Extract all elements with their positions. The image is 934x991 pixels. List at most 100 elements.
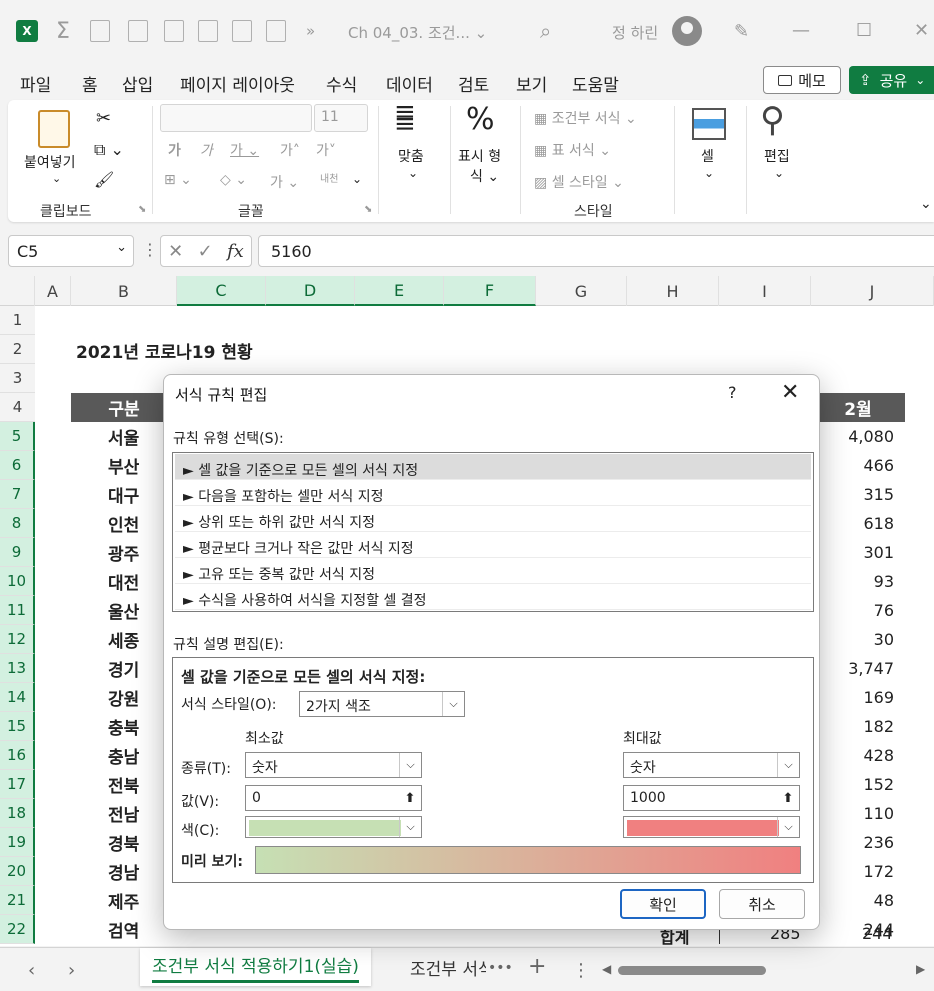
form-icon[interactable] [266,18,286,44]
min-type-select[interactable]: 숫자 ⌵ [245,752,422,778]
header-cell-feb[interactable]: 2월 [811,393,905,422]
region-cell[interactable]: 전남 [108,799,148,828]
edit-form-icon[interactable] [164,18,184,44]
border-icon[interactable]: ⊞ ⌄ [164,172,192,188]
feb-value-cell[interactable]: 618 [820,509,894,538]
cancel-button[interactable]: 취소 [719,889,805,919]
row-header[interactable]: 14 [0,683,35,712]
avatar[interactable] [672,16,702,46]
row-header[interactable]: 13 [0,654,35,683]
memo-button[interactable]: 메모 [763,66,841,94]
column-header[interactable]: F [444,276,536,306]
row-header[interactable]: 8 [0,509,35,538]
row-header[interactable]: 19 [0,828,35,857]
cells-icon[interactable] [692,108,726,140]
rule-type-item[interactable]: ► 셀 값을 기준으로 모든 셀의 서식 지정 [175,454,811,480]
row-header[interactable]: 22 [0,915,35,944]
chevron-down-icon[interactable]: ⌄ [774,166,784,180]
phonetic-icon[interactable]: 내천 [320,170,338,185]
region-cell[interactable]: 충남 [108,741,148,770]
min-value-input[interactable]: 0 ⬆ [245,785,422,811]
chevron-down-icon[interactable]: ⌵ [777,817,799,837]
format-style-select[interactable]: 2가지 색조 ⌵ [299,691,465,717]
feb-value-cell[interactable]: 428 [820,741,894,770]
feb-value-cell[interactable]: 169 [820,683,894,712]
region-cell[interactable]: 인천 [108,509,148,538]
region-cell[interactable]: 강원 [108,683,148,712]
table-grid-icon[interactable] [232,18,252,44]
column-header[interactable]: E [355,276,444,306]
region-cell[interactable]: 경남 [108,857,148,886]
feb-value-cell[interactable]: 3,747 [820,654,894,683]
region-cell[interactable]: 광주 [108,538,148,567]
sheet-tab-active[interactable]: 조건부 서식 적용하기1(실습) [140,948,371,986]
row-header[interactable]: 20 [0,857,35,886]
row-header[interactable]: 11 [0,596,35,625]
row-header[interactable]: 15 [0,712,35,741]
feb-value-cell[interactable]: 76 [820,596,894,625]
number-format-button-line2[interactable]: 식 ⌄ [470,166,499,186]
row-header[interactable]: 2 [0,335,35,364]
dialog-launcher-icon[interactable]: ⬊ [138,204,146,215]
bold-icon[interactable]: 가 [168,140,181,160]
chevron-down-icon[interactable]: ⌵ [442,692,464,716]
select-all-corner[interactable] [0,276,35,306]
column-header[interactable]: B [71,276,177,306]
percent-icon[interactable]: % [466,102,495,137]
feb-value-cell[interactable]: 466 [820,451,894,480]
chevron-down-icon[interactable]: ⌄ [704,166,714,180]
chevron-down-icon[interactable]: ⌵ [399,753,421,777]
scroll-left-icon[interactable]: ◀ [602,962,611,976]
maximize-icon[interactable]: ☐ [856,20,872,41]
scroll-right-icon[interactable]: ▶ [916,962,925,976]
collapse-dialog-icon[interactable]: ⬆ [777,786,799,810]
rule-type-item[interactable]: ► 고유 또는 중복 값만 서식 지정 [175,558,811,584]
row-header[interactable]: 7 [0,480,35,509]
fill-color-icon[interactable]: ◇ ⌄ [220,172,247,188]
formula-input[interactable]: 5160 [258,235,934,267]
feb-value-cell[interactable]: 315 [820,480,894,509]
pivot-table-icon[interactable] [198,18,218,44]
ribbon-collapse-icon[interactable]: ⌄ [920,196,932,212]
more-options-icon[interactable]: ⋮ [142,240,158,259]
close-icon[interactable]: ✕ [781,380,799,405]
header-cell-category[interactable]: 구분 [71,393,177,422]
align-button[interactable]: 맞춤 [398,146,424,166]
rule-type-item[interactable]: ► 다음을 포함하는 셀만 서식 지정 [175,480,811,506]
region-cell[interactable]: 경기 [108,654,148,683]
max-type-select[interactable]: 숫자 ⌵ [623,752,800,778]
feb-value-cell[interactable]: 152 [820,770,894,799]
feb-value-cell[interactable]: 110 [820,799,894,828]
region-cell[interactable]: 대구 [108,480,148,509]
region-cell[interactable]: 대전 [108,567,148,596]
font-grow-icon[interactable]: 가˄ [280,140,300,160]
column-header[interactable]: C [177,276,266,306]
chevron-down-icon[interactable]: ⌄ [116,240,127,255]
sheet-tab[interactable]: 조건부 서식 적용하기2 [398,948,486,986]
tab-prev-icon[interactable]: ‹ [28,960,35,981]
feb-value-cell[interactable]: 236 [820,828,894,857]
row-header[interactable]: 12 [0,625,35,654]
tab-formulas[interactable]: 수식 [326,71,357,96]
minimize-icon[interactable]: — [792,20,810,41]
column-header[interactable]: D [266,276,355,306]
tab-menu-icon[interactable]: ⋮ [572,960,590,981]
cells-button[interactable]: 셀 [701,146,714,166]
font-color-icon[interactable]: 가 ⌄ [270,172,299,192]
min-color-select[interactable]: ⌵ [245,816,422,838]
row-header[interactable]: 5 [0,422,35,451]
italic-icon[interactable]: 가 [200,140,213,160]
feb-value-cell[interactable]: 182 [820,712,894,741]
document-title[interactable]: Ch 04_03. 조건... ⌄ [348,22,487,43]
row-header[interactable]: 10 [0,567,35,596]
column-header[interactable]: H [627,276,719,306]
cut-icon[interactable]: ✂ [96,108,111,129]
clipboard-123-icon[interactable] [128,18,148,44]
font-size-select[interactable]: 11 [314,104,368,132]
rule-type-item[interactable]: ► 상위 또는 하위 값만 서식 지정 [175,506,811,532]
cell-style-button[interactable]: ▨ 셀 스타일 ⌄ [534,172,624,192]
tab-review[interactable]: 검토 [458,71,489,96]
underline-icon[interactable]: 가 ⌄ [230,140,259,160]
horizontal-scrollbar[interactable] [618,966,766,975]
region-cell[interactable]: 부산 [108,451,148,480]
